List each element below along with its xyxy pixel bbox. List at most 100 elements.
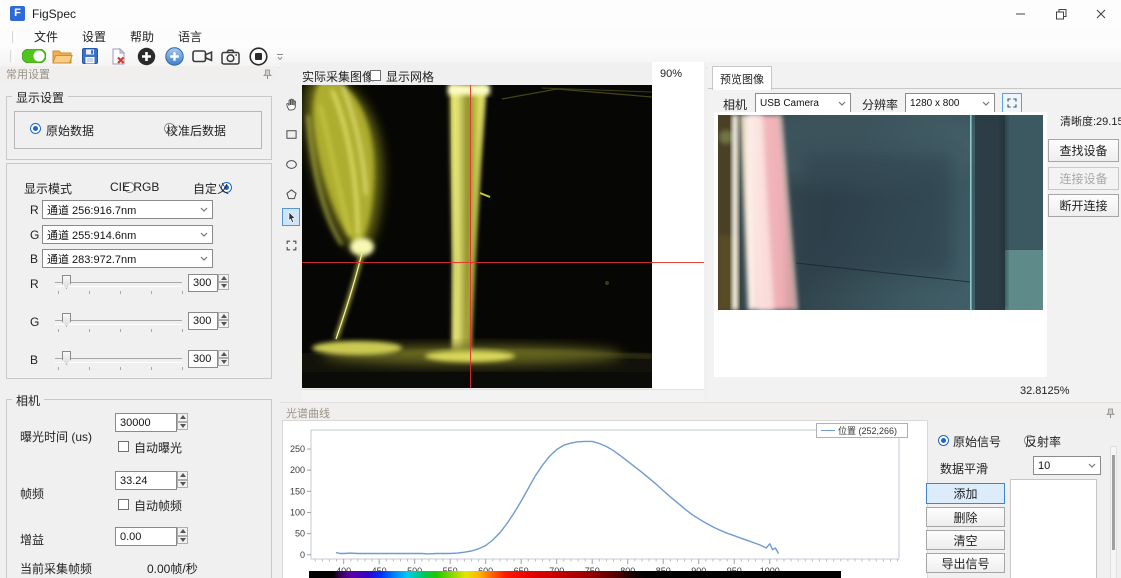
menubar: 文件 设置 帮助 语言 (0, 28, 1121, 45)
auto-exposure-label[interactable]: 自动曝光 (134, 439, 182, 456)
channel-g-select[interactable]: 通道 255:914.6nm (42, 225, 213, 244)
chevron-down-icon (200, 207, 208, 212)
spinner-arrows[interactable] (218, 274, 229, 290)
slider-r-track[interactable] (55, 282, 182, 287)
disconnect-button[interactable]: 断开连接 (1048, 194, 1119, 217)
sharpness-value: 清晰度:29.15 (1060, 113, 1121, 129)
menubar-grip[interactable] (12, 31, 16, 43)
reflectance-radio-label[interactable]: 反射率 (1025, 433, 1061, 450)
channel-b-select[interactable]: 通道 283:972.7nm (42, 249, 213, 268)
show-grid-label[interactable]: 显示网格 (386, 68, 434, 85)
slider-b-value[interactable]: 300 (188, 350, 218, 368)
channel-r-label: R (30, 203, 39, 217)
cie-rgb-radio-label[interactable]: CIE RGB (110, 180, 159, 194)
spectrum-chart: 0501001502002504004505005506006507007508… (282, 420, 928, 578)
spinner-arrows[interactable] (218, 312, 229, 328)
smoothing-select-value: 10 (1038, 460, 1050, 472)
raw-data-radio[interactable] (30, 123, 41, 134)
raw-data-radio-label[interactable]: 原始数据 (46, 122, 94, 139)
raw-signal-radio[interactable] (938, 435, 949, 446)
toolbar-grip[interactable] (10, 50, 14, 62)
spinner-arrows[interactable] (177, 471, 188, 488)
raw-signal-radio-label[interactable]: 原始信号 (953, 433, 1001, 450)
preview-image (718, 115, 1043, 310)
exposure-input[interactable]: 30000 (115, 413, 177, 432)
chevron-down-icon (200, 232, 208, 237)
cursor-tool[interactable] (282, 208, 300, 226)
auto-framerate-label[interactable]: 自动帧频 (134, 497, 182, 514)
wavelength-spectrum-bar (309, 571, 841, 578)
slider-b-track[interactable] (55, 358, 182, 363)
current-fps-label: 当前采集帧频 (20, 560, 92, 577)
export-signal-button[interactable]: 导出信号 (926, 553, 1005, 573)
connect-device-button[interactable]: 连接设备 (1048, 167, 1119, 190)
position-list[interactable] (1010, 479, 1097, 578)
fullscreen-icon[interactable] (1002, 93, 1022, 113)
ellipse-select-tool[interactable] (282, 155, 300, 173)
scrollbar-thumb[interactable] (1112, 455, 1115, 550)
channel-b-value: 通道 283:972.7nm (47, 251, 136, 267)
smoothing-select[interactable]: 10 (1033, 456, 1101, 475)
settings-panel-header: 常用设置 (0, 66, 278, 82)
polygon-select-tool[interactable] (282, 185, 300, 203)
app-logo-icon: F (10, 6, 25, 21)
framerate-label: 帧频 (20, 485, 44, 502)
resolution-select-value: 1280 x 800 (910, 98, 960, 109)
camera-select[interactable]: USB Camera (755, 93, 851, 113)
svg-text:200: 200 (290, 465, 305, 475)
capture-image[interactable] (302, 85, 652, 388)
custom-mode-radio-label[interactable]: 自定义 (193, 180, 229, 197)
pan-hand-tool[interactable] (282, 95, 300, 113)
capture-bottom-strip (302, 389, 704, 403)
restore-icon[interactable] (1041, 0, 1081, 28)
slider-g-ticks (58, 329, 184, 332)
slider-r-ticks (58, 291, 184, 294)
auto-exposure-checkbox[interactable] (118, 441, 129, 452)
menu-language[interactable]: 语言 (166, 28, 214, 45)
pin-icon[interactable] (263, 69, 272, 80)
display-settings-title: 显示设置 (12, 89, 68, 106)
gain-label: 增益 (20, 531, 44, 548)
svg-text:150: 150 (290, 486, 305, 496)
framerate-input[interactable]: 33.24 (115, 471, 177, 490)
current-fps-value: 0.00帧/秒 (147, 560, 198, 577)
spinner-arrows[interactable] (177, 413, 188, 430)
show-grid-checkbox[interactable] (370, 70, 381, 81)
fit-view-tool[interactable] (282, 236, 300, 254)
spinner-arrows[interactable] (177, 527, 188, 544)
menu-help[interactable]: 帮助 (118, 28, 166, 45)
slider-g-track[interactable] (55, 320, 182, 325)
exposure-label: 曝光时间 (us) (20, 428, 92, 445)
add-button[interactable]: 添加 (926, 483, 1005, 504)
close-icon[interactable] (1081, 0, 1121, 28)
pin-icon[interactable] (1106, 408, 1115, 419)
channel-r-select[interactable]: 通道 256:916.7nm (42, 200, 213, 219)
slider-r-value[interactable]: 300 (188, 274, 218, 292)
slider-g-value[interactable]: 300 (188, 312, 218, 330)
resolution-label: 分辨率 (862, 96, 898, 113)
preview-camera-label: 相机 (723, 96, 747, 113)
find-device-button[interactable]: 查找设备 (1048, 139, 1119, 162)
chevron-down-icon (1088, 463, 1096, 468)
slider-b-label: B (30, 353, 38, 367)
rect-select-tool[interactable] (282, 125, 300, 143)
preview-panel: 预览图像 相机 USB Camera 分辨率 1280 x 800 (708, 62, 1121, 402)
auto-framerate-checkbox[interactable] (118, 499, 129, 510)
menu-file[interactable]: 文件 (22, 28, 70, 45)
resolution-select[interactable]: 1280 x 800 (905, 93, 995, 113)
settings-panel: 常用设置 显示设置 原始数据 校准后数据 显示模式 CIE RGB 自定义 R … (0, 62, 278, 578)
tab-preview-image[interactable]: 预览图像 (712, 66, 772, 90)
svg-text:100: 100 (290, 507, 305, 517)
capture-canvas-margin (652, 62, 704, 389)
calibrated-data-radio-label[interactable]: 校准后数据 (166, 122, 226, 139)
settings-panel-title: 常用设置 (6, 66, 50, 82)
spinner-arrows[interactable] (218, 350, 229, 366)
chevron-down-icon (982, 101, 990, 106)
delete-button[interactable]: 删除 (926, 507, 1005, 527)
vertical-scrollbar[interactable] (1110, 446, 1117, 578)
minimize-icon[interactable] (1001, 0, 1041, 28)
gain-input[interactable]: 0.00 (115, 527, 177, 546)
clear-button[interactable]: 清空 (926, 530, 1005, 550)
svg-text:0: 0 (300, 550, 305, 560)
menu-settings[interactable]: 设置 (70, 28, 118, 45)
